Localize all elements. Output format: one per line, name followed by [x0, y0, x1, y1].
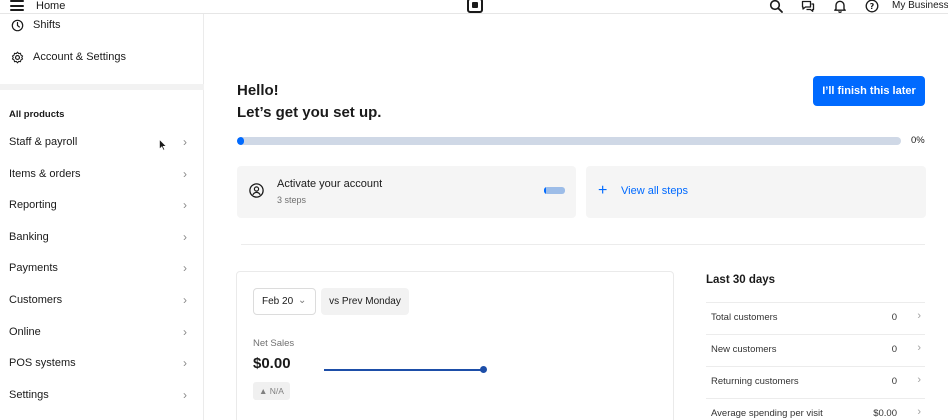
sidebar-item-online[interactable]: Online › [9, 322, 187, 342]
stat-value: 0 [891, 376, 897, 387]
comparison-selector[interactable]: vs Prev Monday [321, 288, 409, 315]
sidebar-item-label: Shifts [33, 19, 61, 31]
sidebar-item-shifts[interactable]: Shifts [10, 18, 61, 32]
sidebar-item-label: Staff & payroll [9, 136, 78, 148]
activate-progress-bar [544, 187, 565, 194]
search-icon[interactable] [769, 0, 783, 13]
stat-value: 0 [891, 344, 897, 355]
business-name[interactable]: My Business [892, 0, 948, 13]
last-30-days-title: Last 30 days [706, 274, 776, 286]
page-title: Hello! Let’s get you set up. [237, 80, 381, 124]
greeting: Hello! [237, 82, 279, 99]
chevron-right-icon: › [183, 293, 187, 307]
chevron-down-icon: ⌄ [298, 295, 307, 306]
top-bar: Home ? My Business [0, 0, 948, 14]
sidebar-item-payments[interactable]: Payments › [9, 258, 187, 278]
chevron-right-icon: › [183, 135, 187, 149]
sidebar-item-label: Online [9, 326, 41, 338]
sidebar-item-label: Banking [9, 231, 49, 243]
sidebar-divider [0, 84, 204, 90]
chevron-right-icon: › [183, 230, 187, 244]
menu-icon[interactable] [10, 0, 24, 11]
mouse-cursor-icon [159, 139, 167, 151]
stat-row-new-customers[interactable]: New customers 0 › [706, 334, 925, 362]
clock-icon [10, 18, 24, 32]
sidebar-item-label: Items & orders [9, 168, 81, 180]
chevron-right-icon: › [183, 356, 187, 370]
stat-label: New customers [711, 344, 777, 355]
chevron-right-icon: › [183, 198, 187, 212]
progress-fill [237, 137, 244, 145]
home-label[interactable]: Home [36, 0, 65, 13]
help-icon[interactable]: ? [865, 0, 879, 13]
person-icon [249, 183, 264, 198]
stat-row-total-customers[interactable]: Total customers 0 › [706, 302, 925, 330]
sidebar-item-items-orders[interactable]: Items & orders › [9, 164, 187, 184]
net-sales-label: Net Sales [253, 338, 295, 349]
bell-icon[interactable] [833, 0, 847, 13]
stat-label: Average spending per visit [711, 408, 823, 419]
chevron-right-icon: › [183, 325, 187, 339]
setup-subtitle: Let’s get you set up. [237, 104, 382, 121]
plus-icon: + [598, 182, 608, 199]
chevron-right-icon: › [917, 342, 921, 354]
sidebar-item-label: Account & Settings [33, 51, 126, 63]
main-content: Hello! Let’s get you set up. I’ll finish… [205, 14, 948, 420]
sidebar-item-account-settings[interactable]: Account & Settings [10, 50, 126, 64]
sales-summary-card: Feb 20 ⌄ vs Prev Monday Net Sales $0.00 … [236, 271, 674, 420]
stat-label: Returning customers [711, 376, 799, 387]
progress-percent: 0% [911, 135, 925, 146]
net-sales-value: $0.00 [253, 355, 291, 372]
stat-label: Total customers [711, 312, 778, 323]
sales-trend-line [324, 369, 482, 371]
sidebar-item-reporting[interactable]: Reporting › [9, 195, 187, 215]
chevron-right-icon: › [183, 167, 187, 181]
gear-icon [10, 50, 24, 64]
activate-steps-count: 3 steps [277, 195, 307, 205]
stat-row-average-spending[interactable]: Average spending per visit $0.00 › [706, 398, 925, 420]
chevron-right-icon: › [917, 310, 921, 322]
view-all-steps-link[interactable]: View all steps [621, 185, 688, 197]
setup-progress-bar [237, 137, 901, 145]
sidebar-item-label: Customers [9, 294, 63, 306]
sidebar-item-customers[interactable]: Customers › [9, 290, 187, 310]
sidebar-item-label: Settings [9, 389, 49, 401]
change-badge: ▲ N/A [253, 382, 290, 400]
sidebar-section-title: All products [9, 109, 65, 120]
chevron-right-icon: › [183, 261, 187, 275]
chevron-right-icon: › [917, 374, 921, 386]
stat-value: 0 [891, 312, 897, 323]
activate-account-card[interactable]: Activate your account 3 steps [237, 166, 576, 218]
sidebar-item-banking[interactable]: Banking › [9, 227, 187, 247]
view-all-steps-card[interactable]: + View all steps [586, 166, 926, 218]
date-value: Feb 20 [262, 296, 294, 307]
finish-later-button[interactable]: I’ll finish this later [813, 76, 925, 106]
date-picker[interactable]: Feb 20 ⌄ [253, 288, 316, 315]
change-value: N/A [269, 386, 284, 396]
sidebar-item-settings[interactable]: Settings › [9, 385, 187, 405]
chevron-right-icon: › [183, 388, 187, 402]
sidebar: Shifts Account & Settings All products S… [0, 14, 204, 420]
svg-text:?: ? [870, 2, 875, 11]
chevron-right-icon: › [917, 406, 921, 418]
section-divider [241, 244, 925, 245]
stat-row-returning-customers[interactable]: Returning customers 0 › [706, 366, 925, 394]
sales-trend-point [480, 366, 487, 373]
sidebar-item-label: POS systems [9, 357, 76, 369]
sidebar-item-label: Reporting [9, 199, 57, 211]
sidebar-item-pos-systems[interactable]: POS systems › [9, 353, 187, 373]
activate-title: Activate your account [277, 178, 383, 190]
messages-icon[interactable] [801, 0, 815, 13]
square-logo-icon[interactable] [467, 0, 483, 13]
stat-value: $0.00 [873, 408, 897, 419]
sidebar-item-label: Payments [9, 262, 58, 274]
